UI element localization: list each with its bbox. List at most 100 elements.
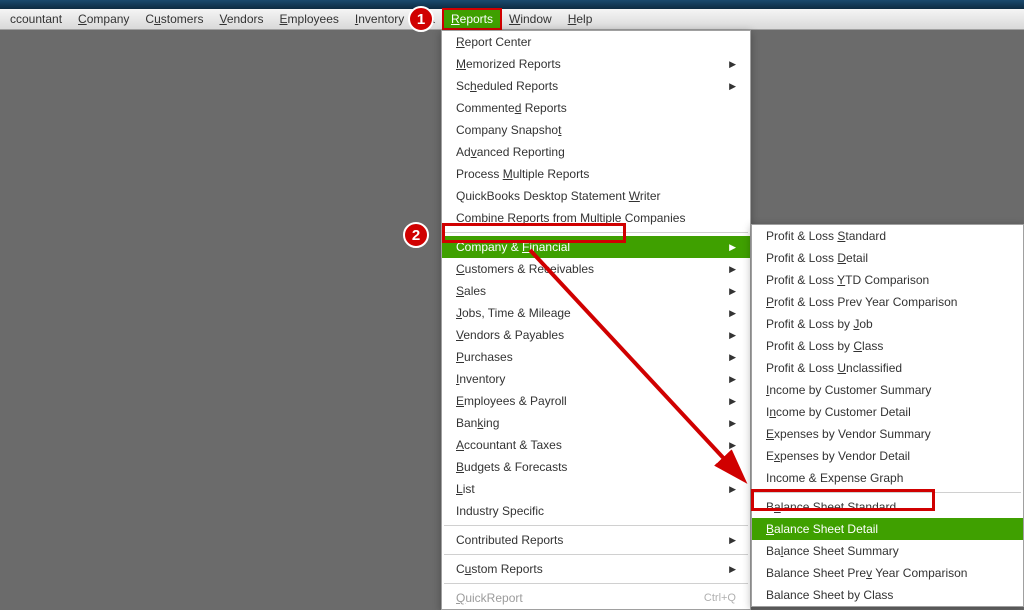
menu-help[interactable]: Help [560, 9, 601, 29]
reports-scheduled-reports[interactable]: Scheduled Reports▶ [442, 75, 750, 97]
reports-jobs-time-mileage[interactable]: Jobs, Time & Mileage▶ [442, 302, 750, 324]
cf-profit-loss-ytd-comparison[interactable]: Profit & Loss YTD Comparison [752, 269, 1023, 291]
reports-contributed-reports[interactable]: Contributed Reports▶ [442, 529, 750, 551]
reports-custom-reports[interactable]: Custom Reports▶ [442, 558, 750, 580]
chevron-right-icon: ▶ [729, 81, 736, 92]
menu-item-label: Jobs, Time & Mileage [456, 306, 729, 320]
reports-advanced-reporting[interactable]: Advanced Reporting [442, 141, 750, 163]
menu-item-label: Commented Reports [456, 101, 736, 115]
menu-item-label: Profit & Loss Prev Year Comparison [766, 295, 1009, 309]
menu-item-label: Profit & Loss Detail [766, 251, 1009, 265]
reports-company-snapshot[interactable]: Company Snapshot [442, 119, 750, 141]
reports-list[interactable]: List▶ [442, 478, 750, 500]
reports-purchases[interactable]: Purchases▶ [442, 346, 750, 368]
reports-dropdown: Report CenterMemorized Reports▶Scheduled… [441, 30, 751, 610]
menu-item-label: Income by Customer Summary [766, 383, 1009, 397]
cf-expenses-by-vendor-summary[interactable]: Expenses by Vendor Summary [752, 423, 1023, 445]
menu-divider [444, 583, 748, 584]
menu-item-label: Profit & Loss YTD Comparison [766, 273, 1009, 287]
cf-income-expense-graph[interactable]: Income & Expense Graph [752, 467, 1023, 489]
cf-profit-loss-prev-year-comparison[interactable]: Profit & Loss Prev Year Comparison [752, 291, 1023, 313]
reports-vendors-payables[interactable]: Vendors & Payables▶ [442, 324, 750, 346]
cf-profit-loss-by-job[interactable]: Profit & Loss by Job [752, 313, 1023, 335]
cf-profit-loss-standard[interactable]: Profit & Loss Standard [752, 225, 1023, 247]
cf-income-by-customer-detail[interactable]: Income by Customer Detail [752, 401, 1023, 423]
menu-item-label: Balance Sheet Standard [766, 500, 1009, 514]
cf-balance-sheet-standard[interactable]: Balance Sheet Standard [752, 496, 1023, 518]
menu-item-label: Company Snapshot [456, 123, 736, 137]
menu-item-label: Inventory [456, 372, 729, 386]
reports-sales[interactable]: Sales▶ [442, 280, 750, 302]
menu-item-label: Balance Sheet Detail [766, 522, 1009, 536]
reports-quickreport: QuickReportCtrl+Q [442, 587, 750, 609]
menu-item-label: Customers & Receivables [456, 262, 729, 276]
menu-item-label: Balance Sheet Summary [766, 544, 1009, 558]
cf-profit-loss-unclassified[interactable]: Profit & Loss Unclassified [752, 357, 1023, 379]
menu-item-label: QuickReport [456, 591, 704, 605]
reports-quickbooks-desktop-statement-writer[interactable]: QuickBooks Desktop Statement Writer [442, 185, 750, 207]
menu-item-label: Budgets & Forecasts [456, 460, 729, 474]
menu-reports[interactable]: Reports [443, 9, 501, 29]
reports-budgets-forecasts[interactable]: Budgets & Forecasts▶ [442, 456, 750, 478]
callout-badge-1: 1 [408, 6, 434, 32]
reports-customers-receivables[interactable]: Customers & Receivables▶ [442, 258, 750, 280]
cf-profit-loss-detail[interactable]: Profit & Loss Detail [752, 247, 1023, 269]
menu-item-label: Purchases [456, 350, 729, 364]
menu-item-label: Sales [456, 284, 729, 298]
menu-item-label: Memorized Reports [456, 57, 729, 71]
menu-item-label: Profit & Loss Unclassified [766, 361, 1009, 375]
cf-balance-sheet-by-class[interactable]: Balance Sheet by Class [752, 584, 1023, 606]
menu-inventory[interactable]: Inventory [347, 9, 412, 29]
menu-company[interactable]: Company [70, 9, 137, 29]
chevron-right-icon: ▶ [729, 462, 736, 473]
menu-item-label: Vendors & Payables [456, 328, 729, 342]
reports-industry-specific[interactable]: Industry Specific [442, 500, 750, 522]
reports-process-multiple-reports[interactable]: Process Multiple Reports [442, 163, 750, 185]
reports-commented-reports[interactable]: Commented Reports [442, 97, 750, 119]
menu-item-label: Expenses by Vendor Summary [766, 427, 1009, 441]
menu-customers[interactable]: Customers [137, 9, 211, 29]
chevron-right-icon: ▶ [729, 308, 736, 319]
reports-memorized-reports[interactable]: Memorized Reports▶ [442, 53, 750, 75]
menu-divider [444, 232, 748, 233]
cf-balance-sheet-detail[interactable]: Balance Sheet Detail [752, 518, 1023, 540]
menu-item-label: Income & Expense Graph [766, 471, 1009, 485]
reports-banking[interactable]: Banking▶ [442, 412, 750, 434]
menu-item-label: Contributed Reports [456, 533, 729, 547]
menu-item-label: Banking [456, 416, 729, 430]
reports-inventory[interactable]: Inventory▶ [442, 368, 750, 390]
menu-item-label: QuickBooks Desktop Statement Writer [456, 189, 736, 203]
reports-company-financial[interactable]: Company & Financial▶ [442, 236, 750, 258]
cf-profit-loss-by-class[interactable]: Profit & Loss by Class [752, 335, 1023, 357]
chevron-right-icon: ▶ [729, 352, 736, 363]
chevron-right-icon: ▶ [729, 564, 736, 575]
cf-income-by-customer-summary[interactable]: Income by Customer Summary [752, 379, 1023, 401]
menu-item-label: Company & Financial [456, 240, 729, 254]
cf-balance-sheet-summary[interactable]: Balance Sheet Summary [752, 540, 1023, 562]
reports-accountant-taxes[interactable]: Accountant & Taxes▶ [442, 434, 750, 456]
menu-item-label: Report Center [456, 35, 736, 49]
shortcut-label: Ctrl+Q [704, 592, 736, 604]
menu-item-label: Combine Reports from Multiple Companies [456, 211, 736, 225]
menu-employees[interactable]: Employees [272, 9, 347, 29]
menu-divider [444, 554, 748, 555]
cf-expenses-by-vendor-detail[interactable]: Expenses by Vendor Detail [752, 445, 1023, 467]
menu-item-label: List [456, 482, 729, 496]
menu-vendors[interactable]: Vendors [211, 9, 271, 29]
menu-ccountant[interactable]: ccountant [2, 9, 70, 29]
company-financial-submenu: Profit & Loss Standard Profit & Loss Deta… [751, 224, 1024, 607]
chevron-right-icon: ▶ [729, 264, 736, 275]
menu-item-label: Process Multiple Reports [456, 167, 736, 181]
menu-item-label: Employees & Payroll [456, 394, 729, 408]
callout-badge-2: 2 [403, 222, 429, 248]
menu-item-label: Advanced Reporting [456, 145, 736, 159]
cf-balance-sheet-prev-year-comparison[interactable]: Balance Sheet Prev Year Comparison [752, 562, 1023, 584]
chevron-right-icon: ▶ [729, 396, 736, 407]
reports-report-center[interactable]: Report Center [442, 31, 750, 53]
reports-combine-reports-from-multiple-companies[interactable]: Combine Reports from Multiple Companies [442, 207, 750, 229]
menu-item-label: Balance Sheet by Class [766, 588, 1009, 602]
titlebar [0, 0, 1024, 9]
reports-employees-payroll[interactable]: Employees & Payroll▶ [442, 390, 750, 412]
menu-window[interactable]: Window [501, 9, 560, 29]
menu-item-label: Expenses by Vendor Detail [766, 449, 1009, 463]
